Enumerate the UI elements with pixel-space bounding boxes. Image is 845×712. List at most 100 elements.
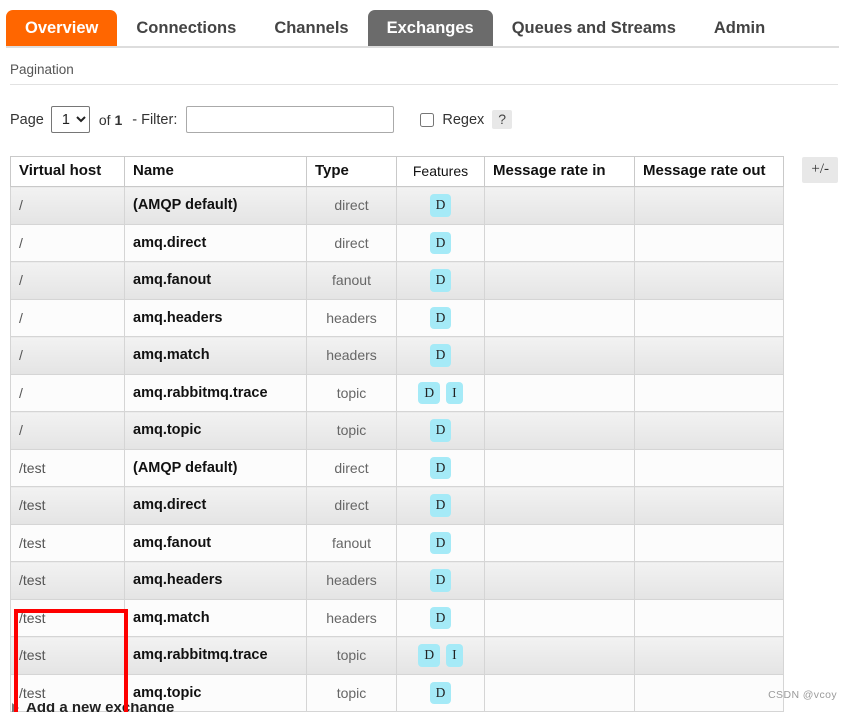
cell-exchange-type: headers — [306, 598, 397, 637]
feature-badge-d: D — [429, 606, 452, 629]
cell-message-rate-out — [634, 448, 784, 487]
table-row[interactable]: /test amq.headers headers D — [10, 561, 784, 600]
column-header-features: Features — [396, 156, 485, 187]
cell-exchange-name: amq.match — [124, 598, 307, 637]
page-label: Page — [10, 111, 44, 128]
exchange-name-link[interactable]: amq.direct — [133, 497, 206, 513]
feature-badge-d: D — [429, 456, 452, 479]
filter-input[interactable] — [186, 106, 395, 133]
cell-exchange-type: topic — [306, 411, 397, 450]
table-row[interactable]: / (AMQP default) direct D — [10, 186, 784, 225]
exchange-name-link[interactable]: amq.topic — [133, 685, 201, 701]
page-select[interactable]: 1 — [50, 106, 90, 133]
column-header-message-rate-out[interactable]: Message rate out — [634, 156, 784, 187]
column-header-type[interactable]: Type — [306, 156, 397, 187]
exchange-name-link[interactable]: amq.fanout — [133, 272, 211, 288]
exchange-name-link[interactable]: amq.match — [133, 347, 210, 363]
cell-exchange-type: headers — [306, 561, 397, 600]
exchange-name-link[interactable]: amq.rabbitmq.trace — [133, 385, 268, 401]
exchange-name-link[interactable]: amq.headers — [133, 310, 222, 326]
tab-connections[interactable]: Connections — [117, 10, 255, 47]
table-row[interactable]: /test amq.match headers D — [10, 598, 784, 637]
tab-exchanges[interactable]: Exchanges — [367, 10, 493, 47]
cell-exchange-type: headers — [306, 336, 397, 375]
regex-label: Regex — [442, 111, 485, 128]
cell-virtual-host: / — [10, 298, 125, 337]
cell-message-rate-in — [484, 373, 635, 412]
exchange-name-link[interactable]: amq.match — [133, 610, 210, 626]
exchange-name-link[interactable]: amq.rabbitmq.trace — [133, 647, 268, 663]
cell-exchange-name: amq.fanout — [124, 261, 307, 300]
exchange-name-link[interactable]: (AMQP default) — [133, 460, 237, 476]
cell-message-rate-out — [634, 261, 784, 300]
cell-features: D — [396, 673, 485, 712]
feature-badge-d: D — [429, 494, 452, 517]
cell-virtual-host: /test — [10, 598, 125, 637]
cell-exchange-type: fanout — [306, 261, 397, 300]
filter-label: - Filter: — [132, 111, 178, 128]
regex-help-button[interactable]: ? — [492, 110, 513, 129]
cell-virtual-host: /test — [10, 561, 125, 600]
cell-virtual-host: / — [10, 261, 125, 300]
exchange-name-link[interactable]: (AMQP default) — [133, 197, 237, 213]
regex-option: Regex ? — [420, 110, 513, 129]
cell-exchange-name: amq.headers — [124, 298, 307, 337]
exchange-name-link[interactable]: amq.topic — [133, 422, 201, 438]
feature-badge-d: D — [429, 269, 452, 292]
feature-badge-i: I — [446, 381, 463, 404]
tab-admin[interactable]: Admin — [695, 10, 784, 47]
cell-exchange-name: amq.match — [124, 336, 307, 375]
cell-message-rate-in — [484, 261, 635, 300]
cell-message-rate-out — [634, 373, 784, 412]
pagination-heading: Pagination — [10, 62, 74, 77]
cell-exchange-name: amq.direct — [124, 486, 307, 525]
table-row[interactable]: /test amq.direct direct D — [10, 486, 784, 525]
table-row[interactable]: /test amq.rabbitmq.trace topic D I — [10, 636, 784, 675]
nav-tab-list: Overview Connections Channels Exchanges Queu… — [0, 0, 845, 47]
table-row[interactable]: / amq.rabbitmq.trace topic D I — [10, 373, 784, 412]
cell-features: D — [396, 411, 485, 450]
pagination-section: Pagination Page 1 of 1 - Filter: Regex ? — [0, 48, 845, 133]
cell-message-rate-out — [634, 411, 784, 450]
cell-exchange-type: direct — [306, 448, 397, 487]
page-total: of 1 — [99, 112, 122, 128]
cell-features: D — [396, 561, 485, 600]
exchange-name-link[interactable]: amq.fanout — [133, 535, 211, 551]
column-header-message-rate-in[interactable]: Message rate in — [484, 156, 635, 187]
cell-message-rate-out — [634, 523, 784, 562]
cell-message-rate-out — [634, 336, 784, 375]
feature-badge-d: D — [429, 681, 452, 704]
tab-queues-and-streams[interactable]: Queues and Streams — [493, 10, 695, 47]
table-row[interactable]: / amq.topic topic D — [10, 411, 784, 450]
feature-badge-d: D — [429, 344, 452, 367]
cell-message-rate-in — [484, 336, 635, 375]
table-row[interactable]: / amq.match headers D — [10, 336, 784, 375]
cell-exchange-type: topic — [306, 373, 397, 412]
pagination-controls: Page 1 of 1 - Filter: Regex ? — [10, 84, 845, 133]
cell-exchange-name: amq.headers — [124, 561, 307, 600]
regex-checkbox[interactable] — [420, 112, 435, 127]
cell-virtual-host: / — [10, 223, 125, 262]
add-exchange-section[interactable]: Add a new exchange — [12, 703, 174, 712]
column-header-virtual-host[interactable]: Virtual host — [10, 156, 125, 187]
feature-badge-d: D — [418, 381, 441, 404]
table-row[interactable]: /test (AMQP default) direct D — [10, 448, 784, 487]
cell-message-rate-out — [634, 186, 784, 225]
table-row[interactable]: /test amq.fanout fanout D — [10, 523, 784, 562]
columns-toggle-button[interactable]: +/- — [802, 157, 838, 183]
exchange-name-link[interactable]: amq.direct — [133, 235, 206, 251]
tab-channels[interactable]: Channels — [255, 10, 367, 47]
cell-message-rate-in — [484, 298, 635, 337]
tab-overview[interactable]: Overview — [6, 10, 118, 47]
table-row[interactable]: / amq.headers headers D — [10, 298, 784, 337]
column-header-name[interactable]: Name — [124, 156, 307, 187]
feature-badge-i: I — [446, 644, 463, 667]
cell-features: D — [396, 223, 485, 262]
cell-virtual-host: / — [10, 411, 125, 450]
expand-triangle-icon — [12, 703, 19, 712]
cell-exchange-name: amq.topic — [124, 411, 307, 450]
table-row[interactable]: / amq.direct direct D — [10, 223, 784, 262]
table-row[interactable]: / amq.fanout fanout D — [10, 261, 784, 300]
cell-message-rate-in — [484, 223, 635, 262]
exchange-name-link[interactable]: amq.headers — [133, 572, 222, 588]
